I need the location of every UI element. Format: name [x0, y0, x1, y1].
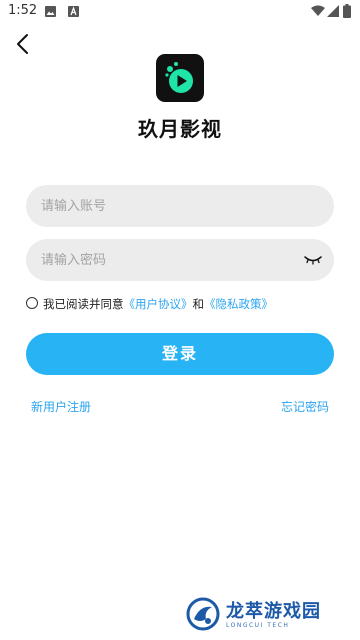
watermark-logo-icon — [186, 597, 220, 631]
watermark: 龙萃游戏园 LONGCUI TECH — [186, 597, 346, 633]
play-icon — [165, 62, 193, 93]
register-link[interactable]: 新用户注册 — [31, 398, 91, 415]
account-input[interactable] — [41, 185, 301, 227]
a-notification-icon — [68, 6, 79, 17]
app-logo — [156, 54, 204, 102]
watermark-title: 龙萃游戏园 — [226, 601, 321, 622]
account-field[interactable] — [26, 185, 334, 227]
status-time: 1:52 — [8, 3, 38, 18]
forgot-password-link[interactable]: 忘记密码 — [281, 398, 329, 415]
gallery-icon — [45, 6, 56, 17]
battery-icon — [343, 4, 351, 18]
signal-icon — [327, 5, 339, 17]
user-agreement-link[interactable]: 《用户协议》 — [124, 297, 193, 311]
password-field[interactable] — [26, 239, 334, 281]
agreement-prefix: 我已阅读并同意 — [43, 297, 124, 311]
app-name: 玖月影视 — [138, 117, 222, 141]
agreement-checkbox[interactable] — [26, 297, 38, 309]
status-bar: 1:52 — [0, 0, 360, 24]
eye-closed-icon[interactable] — [304, 252, 322, 266]
privacy-policy-link[interactable]: 《隐私政策》 — [204, 297, 273, 311]
agreement-conjunction: 和 — [192, 297, 205, 311]
login-button[interactable]: 登录 — [26, 333, 334, 375]
agreement-text: 我已阅读并同意《用户协议》和《隐私政策》 — [43, 296, 273, 312]
watermark-subtitle: LONGCUI TECH — [226, 622, 290, 629]
password-input[interactable] — [41, 239, 301, 281]
back-chevron-icon[interactable] — [12, 32, 36, 56]
wifi-icon — [311, 5, 325, 16]
